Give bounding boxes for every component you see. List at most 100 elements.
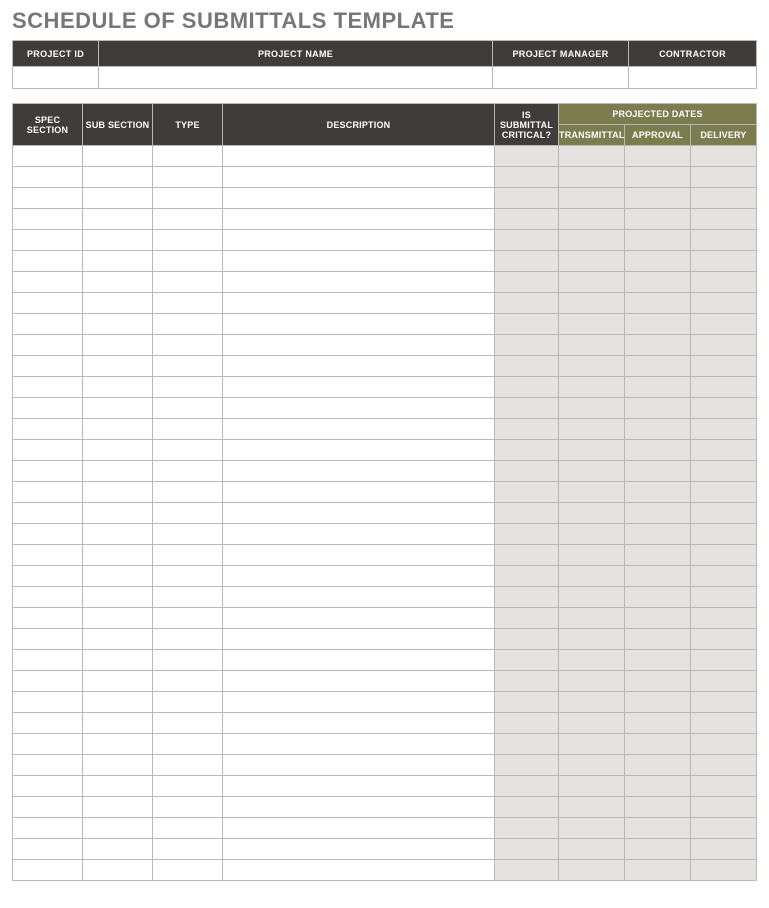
cell-description[interactable] [223,356,495,377]
cell-type[interactable] [153,167,223,188]
cell-sub-section[interactable] [83,839,153,860]
cell-approval[interactable] [625,755,691,776]
cell-type[interactable] [153,335,223,356]
cell-sub-section[interactable] [83,776,153,797]
cell-approval[interactable] [625,209,691,230]
cell-delivery[interactable] [691,461,757,482]
cell-spec-section[interactable] [13,272,83,293]
cell-is-critical[interactable] [495,188,559,209]
cell-approval[interactable] [625,461,691,482]
cell-transmittal[interactable] [559,776,625,797]
cell-transmittal[interactable] [559,545,625,566]
cell-spec-section[interactable] [13,545,83,566]
cell-spec-section[interactable] [13,692,83,713]
cell-approval[interactable] [625,440,691,461]
cell-spec-section[interactable] [13,482,83,503]
cell-delivery[interactable] [691,692,757,713]
cell-transmittal[interactable] [559,608,625,629]
cell-delivery[interactable] [691,209,757,230]
cell-description[interactable] [223,818,495,839]
cell-sub-section[interactable] [83,482,153,503]
cell-is-critical[interactable] [495,860,559,881]
cell-delivery[interactable] [691,398,757,419]
cell-transmittal[interactable] [559,503,625,524]
cell-description[interactable] [223,671,495,692]
cell-sub-section[interactable] [83,335,153,356]
cell-spec-section[interactable] [13,419,83,440]
cell-delivery[interactable] [691,839,757,860]
cell-is-critical[interactable] [495,566,559,587]
cell-approval[interactable] [625,797,691,818]
cell-approval[interactable] [625,293,691,314]
cell-approval[interactable] [625,188,691,209]
cell-delivery[interactable] [691,713,757,734]
cell-transmittal[interactable] [559,188,625,209]
cell-approval[interactable] [625,398,691,419]
cell-spec-section[interactable] [13,671,83,692]
cell-project-id[interactable] [13,67,99,89]
cell-description[interactable] [223,608,495,629]
cell-delivery[interactable] [691,860,757,881]
cell-delivery[interactable] [691,818,757,839]
cell-description[interactable] [223,314,495,335]
cell-approval[interactable] [625,524,691,545]
cell-approval[interactable] [625,356,691,377]
cell-approval[interactable] [625,335,691,356]
cell-transmittal[interactable] [559,629,625,650]
cell-delivery[interactable] [691,377,757,398]
cell-type[interactable] [153,356,223,377]
cell-type[interactable] [153,671,223,692]
cell-delivery[interactable] [691,545,757,566]
cell-type[interactable] [153,839,223,860]
cell-transmittal[interactable] [559,272,625,293]
cell-description[interactable] [223,587,495,608]
cell-delivery[interactable] [691,503,757,524]
cell-type[interactable] [153,503,223,524]
cell-transmittal[interactable] [559,671,625,692]
cell-type[interactable] [153,230,223,251]
cell-approval[interactable] [625,776,691,797]
cell-approval[interactable] [625,167,691,188]
cell-delivery[interactable] [691,251,757,272]
cell-spec-section[interactable] [13,293,83,314]
cell-spec-section[interactable] [13,734,83,755]
cell-spec-section[interactable] [13,188,83,209]
cell-description[interactable] [223,734,495,755]
cell-approval[interactable] [625,545,691,566]
cell-delivery[interactable] [691,776,757,797]
cell-sub-section[interactable] [83,314,153,335]
cell-delivery[interactable] [691,419,757,440]
cell-approval[interactable] [625,230,691,251]
cell-sub-section[interactable] [83,797,153,818]
cell-transmittal[interactable] [559,566,625,587]
cell-type[interactable] [153,209,223,230]
cell-sub-section[interactable] [83,860,153,881]
cell-type[interactable] [153,776,223,797]
cell-is-critical[interactable] [495,398,559,419]
cell-transmittal[interactable] [559,482,625,503]
cell-spec-section[interactable] [13,860,83,881]
cell-type[interactable] [153,377,223,398]
cell-is-critical[interactable] [495,608,559,629]
cell-type[interactable] [153,566,223,587]
cell-spec-section[interactable] [13,146,83,167]
cell-transmittal[interactable] [559,209,625,230]
cell-delivery[interactable] [691,734,757,755]
cell-type[interactable] [153,545,223,566]
cell-transmittal[interactable] [559,587,625,608]
cell-sub-section[interactable] [83,209,153,230]
cell-delivery[interactable] [691,167,757,188]
cell-is-critical[interactable] [495,650,559,671]
cell-description[interactable] [223,377,495,398]
cell-spec-section[interactable] [13,251,83,272]
cell-transmittal[interactable] [559,440,625,461]
cell-sub-section[interactable] [83,629,153,650]
cell-spec-section[interactable] [13,755,83,776]
cell-transmittal[interactable] [559,839,625,860]
cell-type[interactable] [153,797,223,818]
cell-sub-section[interactable] [83,398,153,419]
cell-is-critical[interactable] [495,734,559,755]
cell-spec-section[interactable] [13,587,83,608]
cell-sub-section[interactable] [83,293,153,314]
cell-spec-section[interactable] [13,440,83,461]
